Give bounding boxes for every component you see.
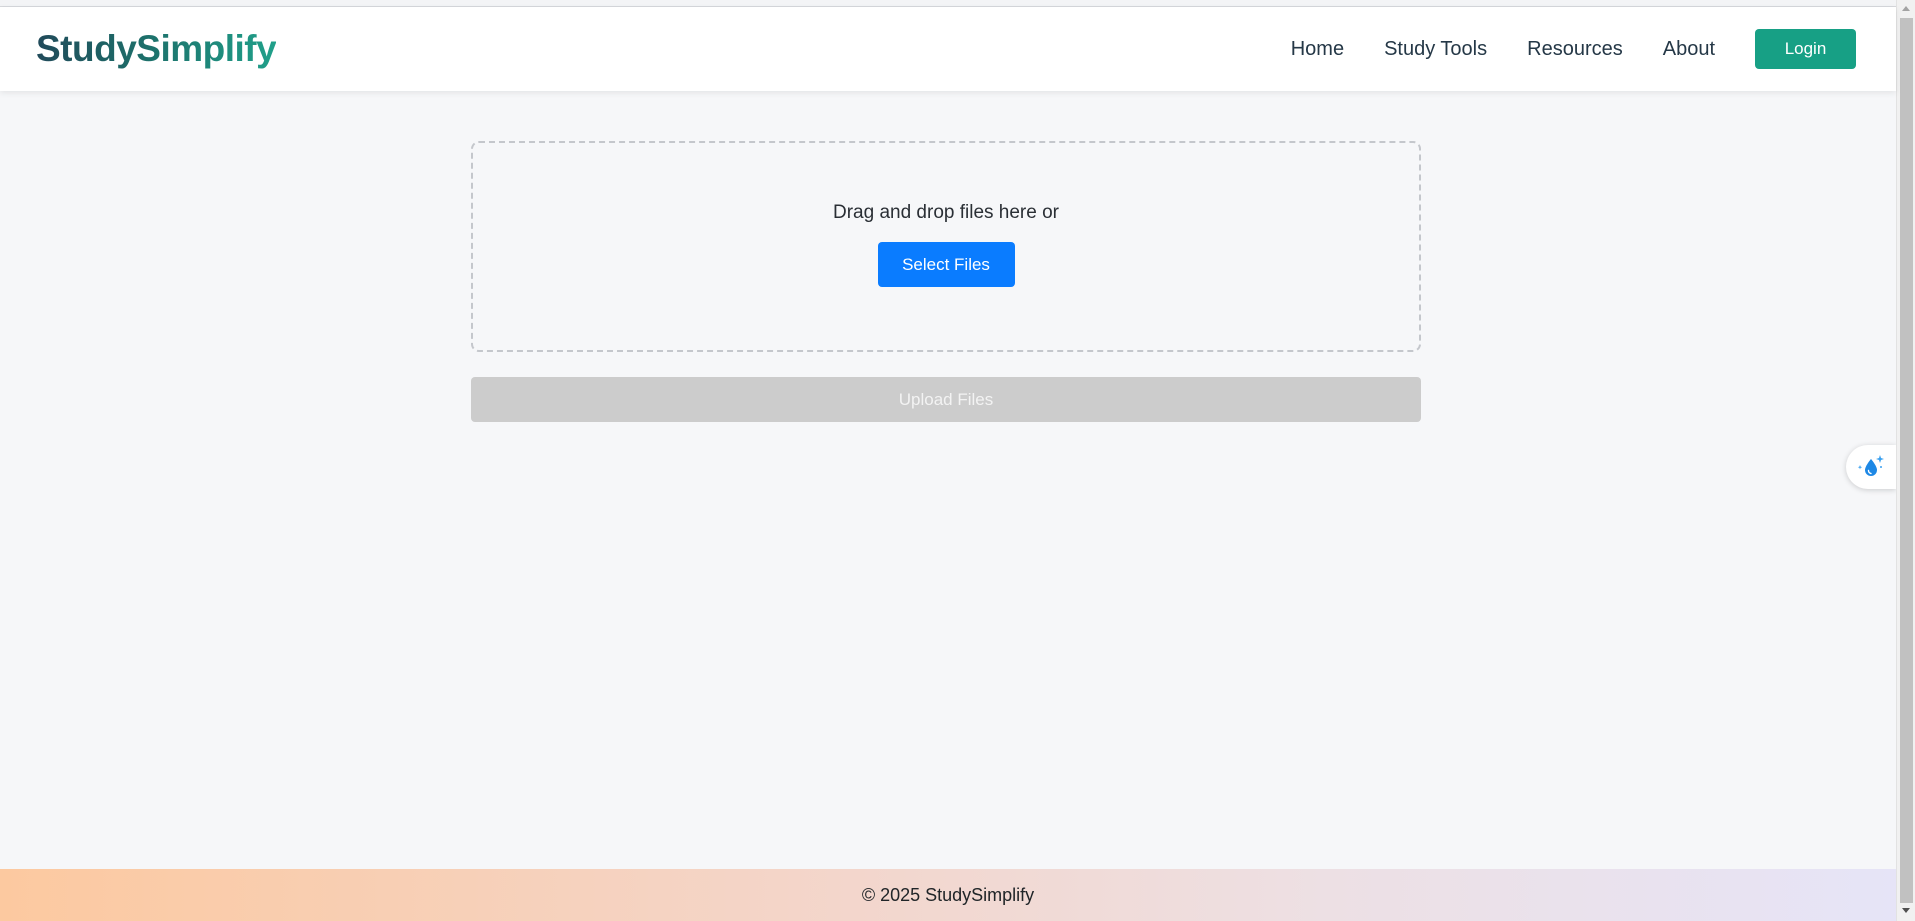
main-nav: Home Study Tools Resources About Login bbox=[1251, 29, 1856, 69]
footer-copyright: © 2025 StudySimplify bbox=[861, 884, 1035, 905]
scrollbar-thumb[interactable] bbox=[1900, 18, 1913, 903]
vertical-scrollbar[interactable] bbox=[1896, 0, 1915, 921]
sparkle-drop-icon bbox=[1857, 455, 1884, 476]
main-content: Drag and drop files here or Select Files… bbox=[0, 91, 1896, 869]
site-logo[interactable]: StudySimplify bbox=[36, 28, 277, 70]
nav-resources[interactable]: Resources bbox=[1527, 38, 1623, 61]
select-files-button[interactable]: Select Files bbox=[877, 242, 1015, 287]
browser-top-edge bbox=[0, 0, 1896, 7]
scroll-up-arrow-icon[interactable] bbox=[1902, 6, 1910, 11]
page: StudySimplify Home Study Tools Resources… bbox=[0, 0, 1915, 921]
nav-study-tools[interactable]: Study Tools bbox=[1384, 38, 1487, 61]
nav-about[interactable]: About bbox=[1663, 38, 1715, 61]
site-header: StudySimplify Home Study Tools Resources… bbox=[0, 7, 1896, 91]
site-footer: © 2025 StudySimplify bbox=[0, 869, 1896, 921]
file-dropzone[interactable]: Drag and drop files here or Select Files bbox=[471, 141, 1421, 352]
nav-home[interactable]: Home bbox=[1291, 38, 1344, 61]
login-button[interactable]: Login bbox=[1755, 29, 1856, 69]
floating-assistant-widget[interactable] bbox=[1846, 445, 1896, 489]
upload-files-button[interactable]: Upload Files bbox=[471, 377, 1421, 422]
dropzone-text: Drag and drop files here or bbox=[832, 202, 1059, 223]
scroll-down-arrow-icon[interactable] bbox=[1902, 908, 1910, 913]
